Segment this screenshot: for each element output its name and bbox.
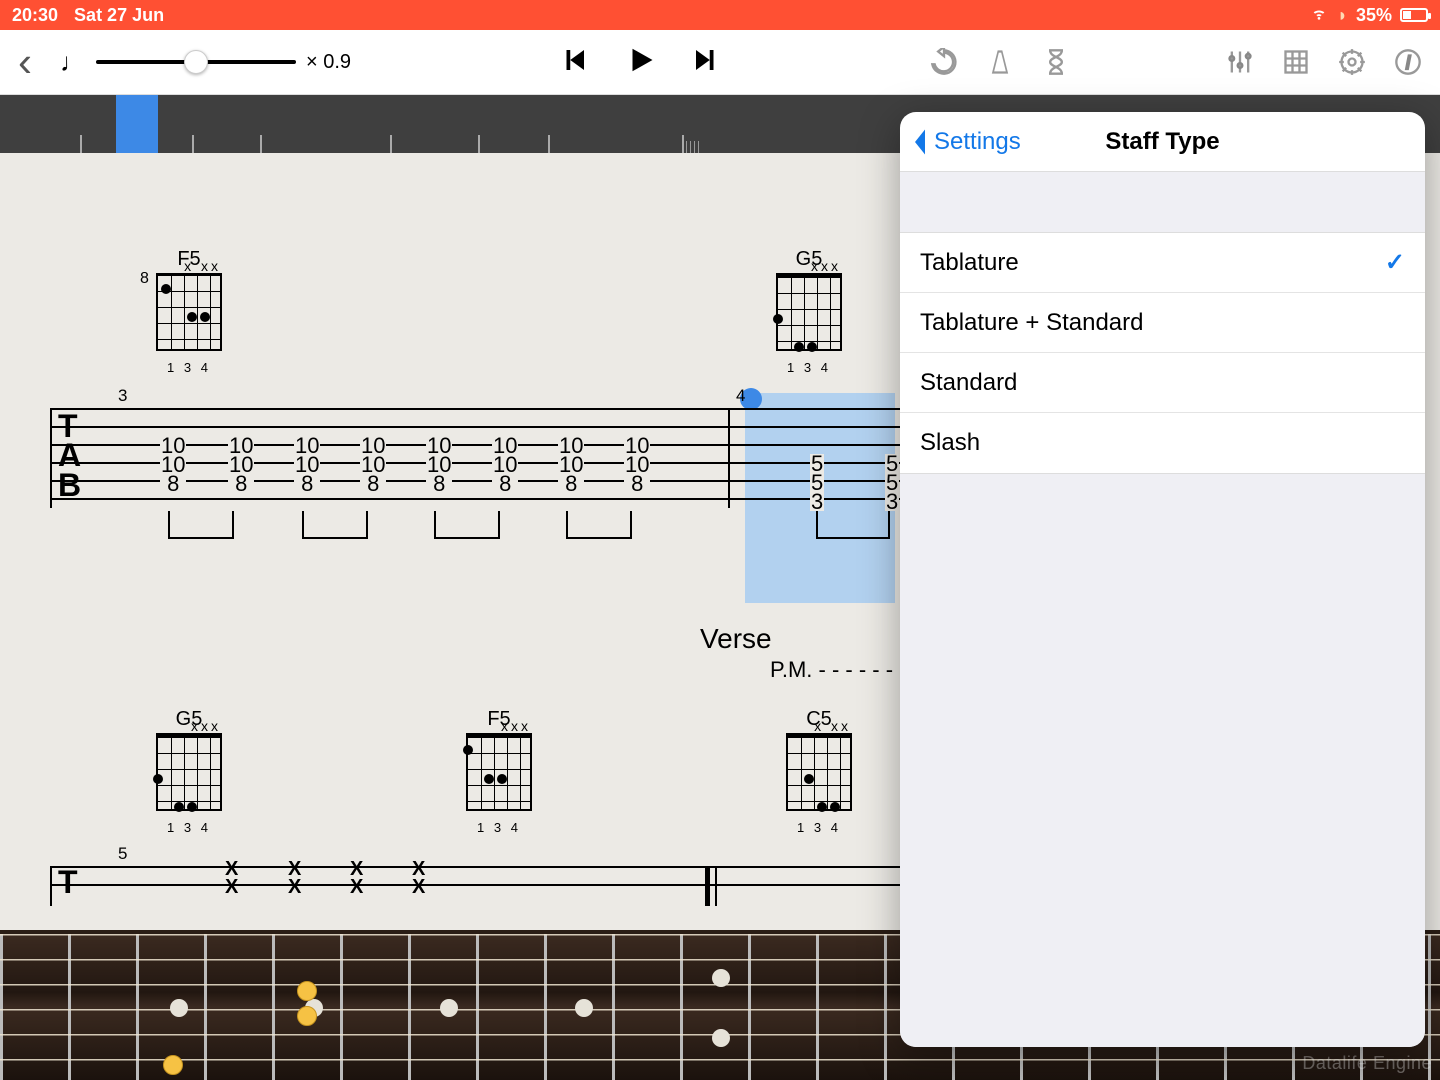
watermark: Datalife Engine	[1302, 1053, 1432, 1074]
chord-diagram: F5 x xx 8 1 3 4	[150, 248, 228, 375]
staff-type-list: Tablature✓ Tablature + Standard Standard…	[900, 232, 1425, 474]
tab-column: 553	[885, 454, 899, 511]
measure-number: 5	[118, 844, 127, 864]
note-icon: ♩	[60, 47, 86, 78]
finger-marker	[297, 1006, 317, 1026]
info-icon[interactable]: i	[1394, 48, 1422, 76]
staff-type-option-standard[interactable]: Standard	[900, 353, 1425, 413]
svg-text:i: i	[1406, 52, 1411, 73]
fret-inlay	[712, 1029, 730, 1047]
fret-inlay	[440, 999, 458, 1017]
mixer-icon[interactable]	[1226, 48, 1254, 76]
mute-mark: XX	[288, 860, 301, 896]
barline	[728, 408, 730, 508]
beam	[434, 511, 500, 539]
chord-diagram: G5 xxx 1 3 4	[150, 708, 228, 835]
tab-column: 553	[810, 454, 824, 511]
section-label: Verse	[700, 623, 772, 655]
fret-inlay	[712, 969, 730, 987]
staff-type-option-tablature[interactable]: Tablature✓	[900, 233, 1425, 293]
loop-icon[interactable]	[930, 48, 958, 76]
settings-icon[interactable]	[1338, 48, 1366, 76]
tab-column: 10108	[160, 436, 186, 493]
settings-popover: Settings Staff Type Tablature✓ Tablature…	[900, 112, 1425, 1047]
check-icon: ✓	[1385, 248, 1405, 277]
beam	[566, 511, 632, 539]
tab-column: 10108	[228, 436, 254, 493]
palm-mute-label: P.M. - - - - - -	[770, 657, 893, 683]
tab-clef: TAB	[58, 412, 77, 500]
battery-icon	[1400, 8, 1428, 22]
beam	[816, 511, 890, 539]
back-button[interactable]: ‹	[18, 38, 32, 86]
tab-column: 10108	[294, 436, 320, 493]
metronome-icon[interactable]	[986, 48, 1014, 76]
fretboard-icon[interactable]	[1282, 48, 1310, 76]
tab-clef: T	[58, 868, 74, 897]
toolbar: ‹ ♩ × 0.9	[0, 30, 1440, 95]
fret-inlay	[575, 999, 593, 1017]
finger-marker	[297, 981, 317, 1001]
popover-header: Settings Staff Type	[900, 112, 1425, 172]
next-button[interactable]	[691, 45, 721, 80]
timeline-playhead-region	[116, 95, 158, 153]
moon-icon: ◗	[1337, 5, 1348, 26]
wifi-icon	[1309, 5, 1329, 26]
barline	[705, 866, 710, 906]
status-bar: 20:30 Sat 27 Jun ◗ 35%	[0, 0, 1440, 30]
tab-column: 10108	[558, 436, 584, 493]
staff-type-option-slash[interactable]: Slash	[900, 413, 1425, 473]
tempo-slider[interactable]	[96, 60, 296, 64]
tempo-value: × 0.9	[306, 51, 351, 74]
status-date: Sat 27 Jun	[74, 5, 164, 26]
popover-back-button[interactable]: Settings	[900, 127, 1021, 157]
staff-type-option-tab-standard[interactable]: Tablature + Standard	[900, 293, 1425, 353]
chord-diagram: G5 xxx 1 3 4	[770, 248, 848, 375]
chord-diagram: C5 x xx 1 3 4	[780, 708, 858, 835]
tab-column: 10108	[492, 436, 518, 493]
status-time: 20:30	[12, 5, 58, 26]
tempo-control[interactable]: ♩ × 0.9	[60, 47, 351, 78]
fret-inlay	[170, 999, 188, 1017]
battery-percent: 35%	[1356, 5, 1392, 26]
tab-column: 10108	[624, 436, 650, 493]
chord-diagram: F5 xxx 1 3 4	[460, 708, 538, 835]
measure-number: 3	[118, 386, 127, 406]
beam	[168, 511, 234, 539]
beam	[302, 511, 368, 539]
measure-number: 4	[736, 386, 745, 406]
mute-mark: XX	[350, 860, 363, 896]
mute-mark: XX	[412, 860, 425, 896]
play-button[interactable]	[625, 45, 655, 80]
prev-button[interactable]	[559, 45, 589, 80]
tab-column: 10108	[360, 436, 386, 493]
tab-column: 10108	[426, 436, 452, 493]
mute-mark: XX	[225, 860, 238, 896]
finger-marker	[163, 1055, 183, 1075]
countdown-icon[interactable]	[1042, 48, 1070, 76]
